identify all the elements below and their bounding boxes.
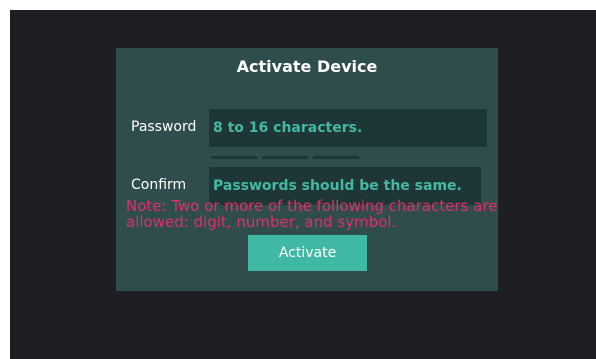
activate-button[interactable]: Activate <box>248 235 367 271</box>
dialog-title: Activate Device <box>236 57 378 76</box>
strength-bar-strong <box>313 156 359 159</box>
screen-background: Activate Device Password 8 to 16 charact… <box>10 10 596 359</box>
confirm-label: Confirm <box>131 177 187 193</box>
password-label: Password <box>131 119 197 135</box>
password-input[interactable]: 8 to 16 characters. <box>209 109 487 147</box>
strength-bar-medium <box>262 156 308 159</box>
activate-device-dialog: Activate Device Password 8 to 16 charact… <box>116 48 498 291</box>
password-rule-note: Note: Two or more of the following chara… <box>126 197 498 231</box>
strength-bar-weak <box>211 156 257 159</box>
